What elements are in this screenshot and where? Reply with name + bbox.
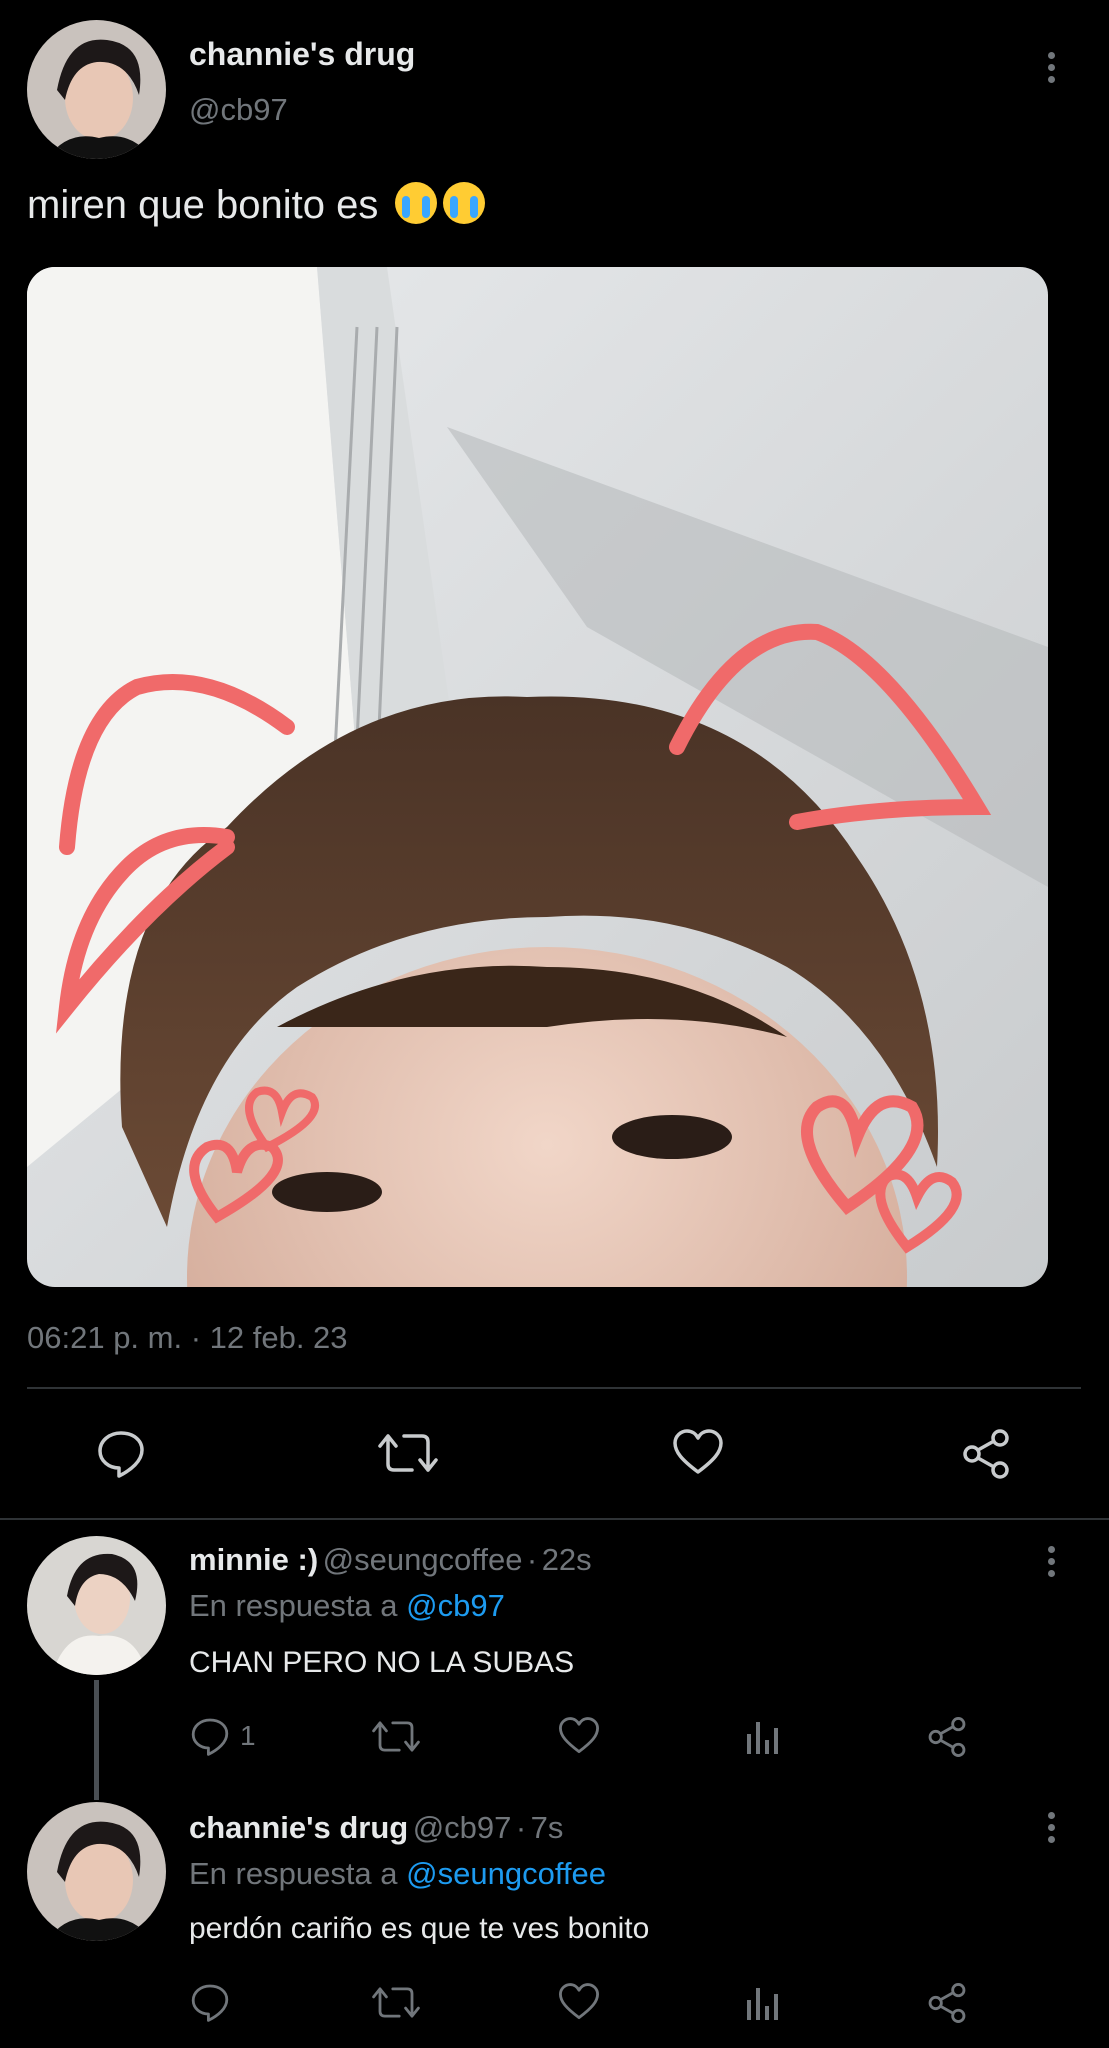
divider — [0, 1518, 1109, 1520]
author-avatar[interactable] — [27, 20, 166, 159]
reply-author-handle[interactable]: @cb97 — [413, 1810, 512, 1845]
reply-author-name[interactable]: channie's drug — [189, 1810, 408, 1845]
in-reply-prefix: En respuesta a — [189, 1588, 398, 1623]
separator-dot: · — [526, 1542, 538, 1577]
reply-author-handle[interactable]: @seungcoffee — [323, 1542, 523, 1577]
tweet-text: miren que bonito es — [27, 183, 379, 227]
tweet-photo[interactable] — [27, 267, 1048, 1287]
in-reply-to-line: En respuesta a @cb97 — [189, 1588, 505, 1624]
loudly-crying-face-icon — [443, 182, 486, 224]
like-icon[interactable] — [672, 1428, 724, 1476]
divider — [27, 1387, 1081, 1389]
tweet-text-row: miren que bonito es — [27, 182, 486, 228]
reply-icon[interactable] — [96, 1428, 146, 1478]
share-icon[interactable] — [960, 1428, 1012, 1480]
reply-icon[interactable] — [190, 1716, 230, 1756]
author-handle[interactable]: @cb97 — [189, 92, 288, 128]
share-icon[interactable] — [926, 1982, 968, 2024]
more-options-icon[interactable] — [1048, 52, 1056, 88]
reply-time[interactable]: 7s — [531, 1810, 564, 1845]
reply-text: CHAN PERO NO LA SUBAS — [189, 1646, 575, 1679]
in-reply-prefix: En respuesta a — [189, 1856, 398, 1891]
thread-line — [94, 1680, 99, 1800]
share-icon[interactable] — [926, 1716, 968, 1758]
retweet-icon[interactable] — [372, 1984, 420, 2021]
in-reply-to-link[interactable]: @cb97 — [406, 1588, 505, 1623]
retweet-icon[interactable] — [378, 1430, 438, 1476]
reply-count: 1 — [240, 1720, 256, 1751]
reply-time[interactable]: 22s — [542, 1542, 592, 1577]
in-reply-to-link[interactable]: @seungcoffee — [406, 1856, 606, 1891]
loudly-crying-face-icon — [395, 182, 438, 224]
reply-avatar[interactable] — [27, 1536, 166, 1675]
like-icon[interactable] — [558, 1982, 600, 2021]
more-options-icon[interactable] — [1048, 1546, 1056, 1582]
reply-text: perdón cariño es que te ves bonito — [189, 1912, 650, 1945]
reply-icon[interactable] — [190, 1982, 230, 2022]
separator-dot: · — [515, 1810, 527, 1845]
reply-author-name[interactable]: minnie :) — [189, 1542, 318, 1577]
reply-header: minnie :) @seungcoffee · 22s — [189, 1542, 592, 1578]
analytics-icon[interactable] — [744, 1982, 782, 2022]
reply-header: channie's drug @cb97 · 7s — [189, 1810, 563, 1846]
more-options-icon[interactable] — [1048, 1812, 1056, 1848]
reply-avatar[interactable] — [27, 1802, 166, 1941]
retweet-icon[interactable] — [372, 1718, 420, 1755]
in-reply-to-line: En respuesta a @seungcoffee — [189, 1856, 606, 1892]
author-name[interactable]: channie's drug — [189, 36, 415, 73]
like-icon[interactable] — [558, 1716, 600, 1755]
tweet-timestamp[interactable]: 06:21 p. m. · 12 feb. 23 — [27, 1320, 348, 1356]
analytics-icon[interactable] — [744, 1716, 782, 1756]
